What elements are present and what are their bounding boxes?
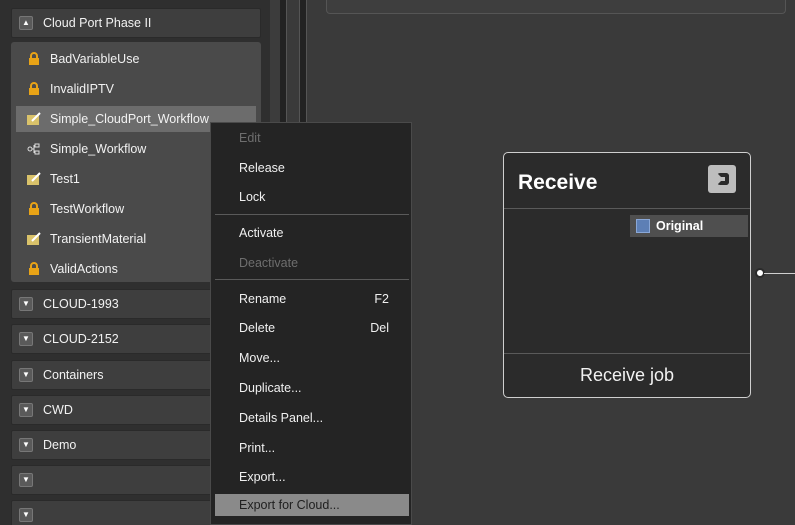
receive-icon (708, 165, 736, 193)
menu-item-release[interactable]: Release (239, 161, 285, 175)
lock-icon (26, 81, 42, 97)
menu-item-details-panel[interactable]: Details Panel... (239, 411, 323, 425)
workflow-edit-icon (26, 111, 42, 127)
canvas-toolbar (326, 0, 786, 14)
divider (504, 208, 750, 209)
group-header-cloud-port-phase-ii[interactable]: ▲ Cloud Port Phase II (11, 8, 261, 38)
workflow-label: BadVariableUse (50, 52, 140, 66)
menu-separator (215, 279, 409, 280)
group-title: CLOUD-2152 (43, 332, 119, 346)
expand-arrow-icon[interactable]: ▼ (19, 508, 33, 522)
workflow-item-test1[interactable]: Test1 (16, 166, 80, 192)
receive-node[interactable]: Receive Original Receive job (503, 152, 751, 398)
menu-item-move[interactable]: Move... (239, 351, 280, 365)
port-label: Original (656, 219, 704, 233)
workflow-label: Simple_Workflow (50, 142, 147, 156)
node-footer: Receive job (579, 365, 675, 385)
media-file-icon (636, 219, 650, 233)
menu-item-duplicate[interactable]: Duplicate... (239, 381, 302, 395)
menu-item-export[interactable]: Export... (239, 470, 286, 484)
collapse-arrow-icon[interactable]: ▲ (19, 16, 33, 30)
connection-line (764, 273, 795, 274)
workflow-item-simple-workflow[interactable]: Simple_Workflow (16, 136, 146, 162)
expand-arrow-icon[interactable]: ▼ (19, 297, 33, 311)
menu-item-deactivate[interactable]: Deactivate (239, 256, 298, 270)
workflow-label: Simple_CloudPort_Workflow (50, 112, 209, 126)
workflow-item-transientmaterial[interactable]: TransientMaterial (16, 226, 146, 252)
workflow-item-validactions[interactable]: ValidActions (16, 256, 118, 282)
shortcut-rename: F2 (374, 292, 389, 306)
divider (504, 353, 750, 354)
menu-item-delete[interactable]: Delete (239, 321, 275, 335)
workflow-label: ValidActions (50, 262, 118, 276)
workflow-label: TransientMaterial (50, 232, 147, 246)
menu-item-export-for-cloud[interactable]: Export for Cloud... (239, 498, 340, 512)
workflow-edit-icon (26, 171, 42, 187)
workflow-label: InvalidIPTV (50, 82, 114, 96)
menu-separator (215, 214, 409, 215)
workflow-nodes-icon (26, 141, 42, 157)
workflow-item-testworkflow[interactable]: TestWorkflow (16, 196, 124, 222)
menu-item-activate[interactable]: Activate (239, 226, 283, 240)
expand-arrow-icon[interactable]: ▼ (19, 332, 33, 346)
group-title: Cloud Port Phase II (43, 16, 152, 30)
workflow-item-badvariableuse[interactable]: BadVariableUse (16, 46, 139, 72)
expand-arrow-icon[interactable]: ▼ (19, 438, 33, 452)
expand-arrow-icon[interactable]: ▼ (19, 368, 33, 382)
expand-arrow-icon[interactable]: ▼ (19, 403, 33, 417)
menu-item-lock[interactable]: Lock (239, 190, 265, 204)
group-title: CLOUD-1993 (43, 297, 119, 311)
output-port-original[interactable]: Original (630, 215, 748, 237)
workflow-label: Test1 (50, 172, 80, 186)
shortcut-delete: Del (370, 321, 389, 335)
lock-icon (26, 201, 42, 217)
node-title: Receive (518, 171, 598, 194)
group-title: Containers (43, 368, 104, 382)
workflow-label: TestWorkflow (50, 202, 125, 216)
lock-icon (26, 261, 42, 277)
group-title: CWD (43, 403, 73, 417)
workflow-edit-icon (26, 231, 42, 247)
context-menu: Edit Release Lock Activate Deactivate Re… (210, 122, 412, 525)
expand-arrow-icon[interactable]: ▼ (19, 473, 33, 487)
menu-item-rename[interactable]: Rename (239, 292, 286, 306)
menu-item-print[interactable]: Print... (239, 441, 275, 455)
menu-item-edit[interactable]: Edit (239, 131, 261, 145)
workflow-item-invalidiptv[interactable]: InvalidIPTV (16, 76, 114, 102)
group-title: Demo (43, 438, 77, 452)
lock-icon (26, 51, 42, 67)
